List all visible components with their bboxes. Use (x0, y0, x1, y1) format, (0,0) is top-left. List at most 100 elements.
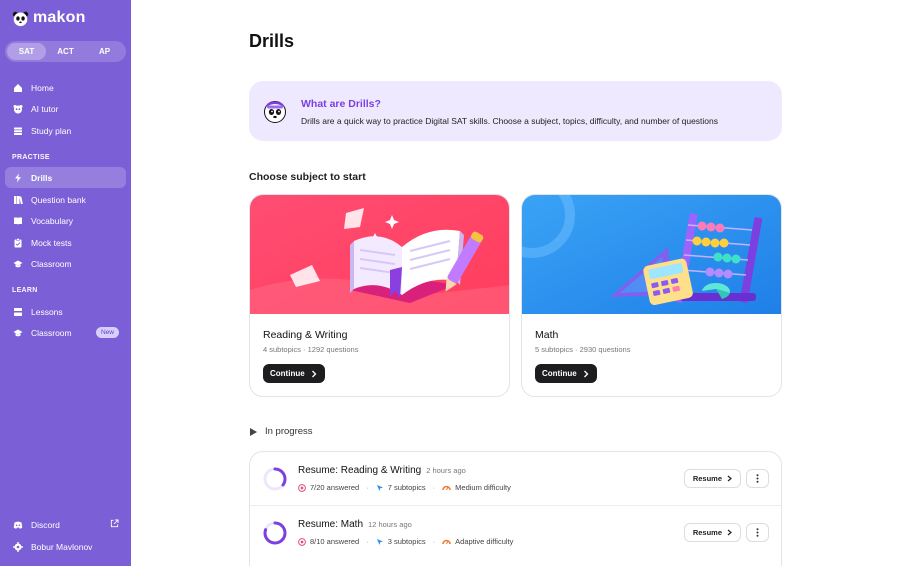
layers-icon (13, 126, 23, 136)
progress-meta: 7/20 answered · 7 subtopics · Medium dif… (298, 483, 511, 492)
continue-label: Continue (542, 369, 577, 378)
abacus-illustration (522, 195, 781, 314)
tab-sat[interactable]: SAT (7, 43, 46, 60)
continue-label: Continue (270, 369, 305, 378)
exam-tabs: SAT ACT AP (5, 41, 126, 62)
main-content: Drills What are Drills? Drills are a qui… (131, 0, 900, 566)
resume-button[interactable]: Resume (683, 469, 741, 488)
separator: · (366, 537, 369, 546)
list-item[interactable]: Resume: Reading & Writing 2 hours ago 7/2… (250, 452, 781, 505)
difficulty: Adaptive difficulty (455, 537, 514, 546)
new-badge: New (95, 327, 119, 338)
tab-act[interactable]: ACT (46, 43, 85, 60)
continue-button[interactable]: Continue (263, 364, 325, 383)
panda-logo-icon (12, 11, 29, 26)
progress-title-text: Resume: Reading & Writing (298, 465, 422, 476)
info-text: Drills are a quick way to practice Digit… (301, 116, 719, 126)
subject-meta: 5 subtopics · 2930 questions (535, 345, 631, 354)
more-vertical-icon (756, 528, 759, 537)
progress-ring (263, 521, 287, 545)
clipboard-icon (13, 237, 23, 248)
sidebar-item-lessons[interactable]: Lessons (5, 301, 126, 322)
target-icon (298, 483, 306, 492)
subtopic-count: 3 subtopics (387, 537, 426, 546)
open-book-illustration (250, 195, 509, 314)
subject-card-math[interactable]: Math 5 subtopics · 2930 questions Contin… (521, 194, 782, 397)
resume-label: Resume (692, 528, 722, 537)
chevron-right-icon (727, 529, 732, 536)
resume-button[interactable]: Resume (683, 523, 741, 542)
sidebar-item-label: Question bank (31, 194, 86, 205)
sidebar-item-label: Classroom (31, 327, 72, 338)
target-icon (298, 537, 306, 546)
panda-mascot-icon (264, 101, 286, 123)
book-icon (13, 216, 23, 226)
sidebar-item-label: Classroom (31, 258, 72, 269)
sidebar-item-user[interactable]: Bobur Mavlonov (5, 536, 126, 557)
sidebar-item-label: Lessons (31, 306, 63, 317)
continue-button[interactable]: Continue (535, 364, 597, 383)
app-name: makon (33, 9, 86, 26)
play-icon (250, 427, 257, 436)
sidebar: makon SAT ACT AP Home AI tutor Study pla… (0, 0, 131, 566)
subjects-heading: Choose subject to start (249, 171, 366, 183)
lightning-icon (13, 173, 23, 183)
subject-meta: 4 subtopics · 1292 questions (263, 345, 359, 354)
progress-meta: 8/10 answered · 3 subtopics · Adaptive d… (298, 537, 513, 546)
subtopic-count: 7 subtopics (387, 483, 426, 492)
logo[interactable]: makon (12, 9, 86, 27)
more-options-button[interactable] (746, 523, 769, 542)
separator: · (432, 483, 436, 492)
cursor-icon (376, 538, 383, 545)
info-title: What are Drills? (301, 98, 381, 110)
subject-card-reading-writing[interactable]: Reading & Writing 4 subtopics · 1292 que… (249, 194, 510, 397)
chevron-right-icon (311, 370, 317, 377)
list-item[interactable]: Resume: Math 12 hours ago 8/10 answered ·… (250, 505, 781, 558)
sidebar-item-mock-tests[interactable]: Mock tests (5, 232, 126, 253)
progress-title-text: Resume: Math (298, 519, 364, 530)
progress-ring (263, 467, 287, 491)
separator: · (366, 483, 369, 492)
sidebar-item-vocabulary[interactable]: Vocabulary (5, 210, 126, 231)
subject-title: Math (535, 329, 559, 341)
resume-label: Resume (692, 474, 722, 483)
panda-icon (13, 104, 23, 114)
sidebar-item-classroom-learn[interactable]: Classroom New (5, 322, 126, 343)
section-label-practise: PRACTISE (12, 154, 50, 161)
gauge-icon (442, 485, 451, 491)
sidebar-item-label: Discord (31, 519, 60, 530)
sidebar-item-label: Vocabulary (31, 215, 74, 226)
sidebar-item-ai-tutor[interactable]: AI tutor (5, 98, 126, 119)
sidebar-item-label: Home (31, 82, 54, 93)
sidebar-item-home[interactable]: Home (5, 77, 126, 98)
sidebar-item-drills[interactable]: Drills (5, 167, 126, 188)
user-name: Bobur Mavlonov (31, 541, 93, 552)
separator: · (432, 537, 436, 546)
stack-icon (13, 307, 23, 317)
progress-time: 12 hours ago (368, 520, 412, 529)
info-card: What are Drills? Drills are a quick way … (249, 81, 782, 141)
more-vertical-icon (756, 474, 759, 483)
progress-title: Resume: Math 12 hours ago (298, 519, 412, 530)
sidebar-item-label: Mock tests (31, 237, 72, 248)
progress-time: 2 hours ago (426, 466, 466, 475)
subject-title: Reading & Writing (263, 329, 348, 341)
more-options-button[interactable] (746, 469, 769, 488)
answered-count: 8/10 answered (310, 537, 360, 546)
chevron-right-icon (583, 370, 589, 377)
sidebar-item-discord[interactable]: Discord (5, 514, 126, 535)
sidebar-item-label: Study plan (31, 125, 72, 136)
section-label-learn: LEARN (12, 287, 38, 294)
sidebar-item-question-bank[interactable]: Question bank (5, 189, 126, 210)
discord-icon (13, 520, 23, 530)
books-icon (13, 195, 23, 205)
in-progress-label: In progress (265, 426, 313, 437)
cursor-icon (376, 484, 383, 491)
graduation-cap-icon (13, 328, 23, 338)
external-link-icon (110, 519, 119, 530)
sidebar-item-classroom[interactable]: Classroom (5, 253, 126, 274)
sidebar-item-study-plan[interactable]: Study plan (5, 120, 126, 141)
tab-ap[interactable]: AP (85, 43, 124, 60)
graduation-cap-icon (13, 259, 23, 269)
chevron-right-icon (727, 475, 732, 482)
